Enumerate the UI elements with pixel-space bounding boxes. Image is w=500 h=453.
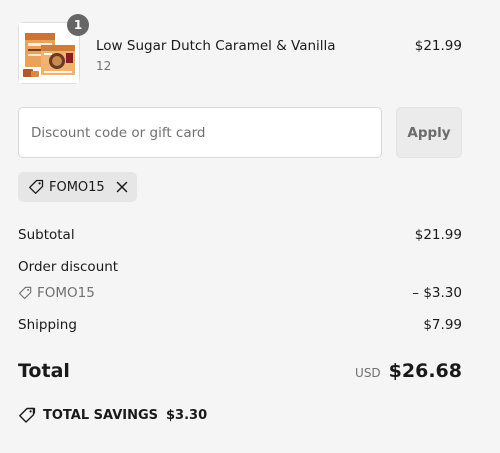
- product-price: $21.99: [414, 38, 462, 54]
- product-variant: 12: [96, 59, 112, 73]
- product-name: Low Sugar Dutch Caramel & Vanilla: [96, 38, 336, 54]
- savings-tag-icon: [18, 407, 36, 423]
- remove-discount-button[interactable]: [115, 180, 129, 194]
- discount-code-input[interactable]: [18, 107, 382, 158]
- shipping-value: $7.99: [423, 317, 462, 333]
- apply-button[interactable]: Apply: [396, 107, 462, 158]
- quantity-badge: 1: [67, 14, 89, 36]
- subtotal-value: $21.99: [414, 227, 462, 243]
- subtotal-label: Subtotal: [18, 227, 75, 243]
- currency-code: USD: [355, 366, 381, 380]
- discount-amount: – $3.30: [412, 285, 462, 301]
- total-value: $26.68: [388, 360, 462, 382]
- discount-code-text: FOMO15: [37, 285, 95, 301]
- shipping-label: Shipping: [18, 317, 77, 333]
- close-icon: [116, 181, 127, 193]
- tag-icon: [18, 286, 32, 300]
- tag-icon: [28, 179, 44, 195]
- applied-discount-chip: FOMO15: [18, 172, 137, 202]
- total-label: Total: [18, 360, 70, 382]
- savings-label: TOTAL SAVINGS: [43, 407, 159, 423]
- total-amount: USD $26.68: [355, 360, 462, 382]
- savings-value: $3.30: [166, 407, 208, 423]
- discount-code-line: FOMO15: [18, 285, 95, 301]
- order-discount-label: Order discount: [18, 259, 119, 275]
- applied-code-label: FOMO15: [49, 179, 105, 195]
- total-savings: TOTAL SAVINGS $3.30: [18, 407, 207, 423]
